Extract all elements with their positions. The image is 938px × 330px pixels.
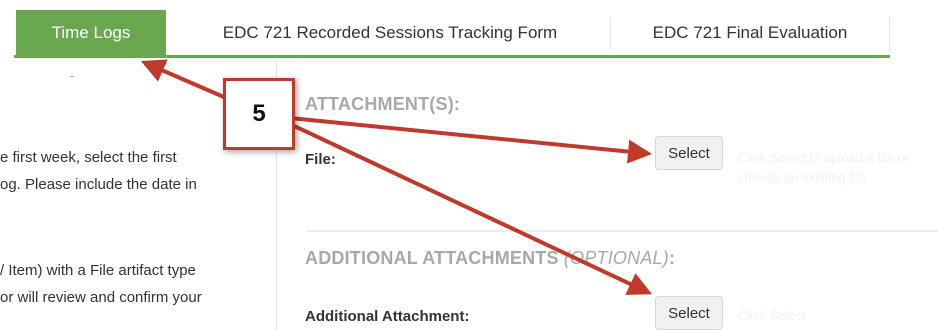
annotation-arrows — [140, 59, 653, 295]
step-callout-badge: 5 — [223, 78, 295, 150]
